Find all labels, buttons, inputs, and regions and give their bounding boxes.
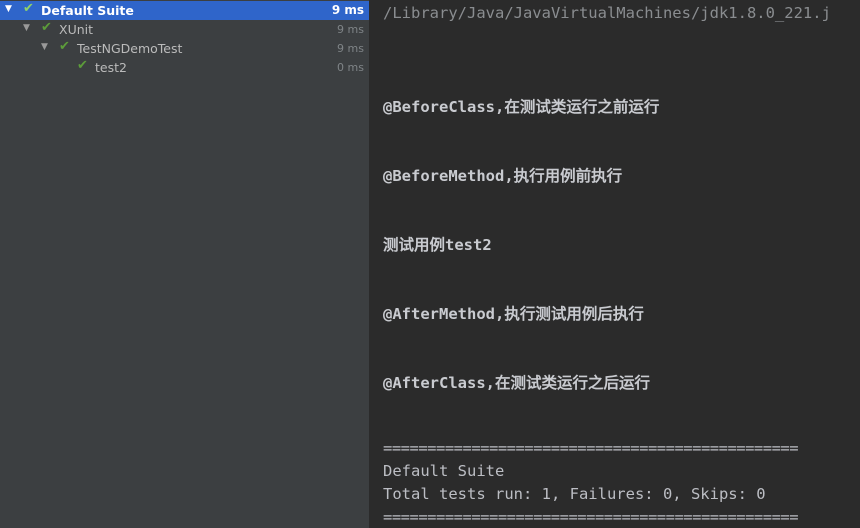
suite-name-line: Default Suite xyxy=(383,462,505,480)
console-line: @BeforeMethod,执行用例前执行 xyxy=(383,167,623,185)
console-line: @AfterMethod,执行测试用例后执行 xyxy=(383,305,644,323)
passed-check-icon: ✔ xyxy=(41,20,52,35)
separator-line: ========================================… xyxy=(383,439,799,457)
expand-arrow-icon[interactable]: ▼ xyxy=(41,42,48,52)
tree-item-default-suite[interactable]: ▼ ✔ Default Suite 9 ms xyxy=(0,1,369,20)
expand-arrow-icon[interactable]: ▼ xyxy=(23,23,30,33)
console-line: 测试用例test2 xyxy=(383,236,492,254)
java-path-line: /Library/Java/JavaVirtualMachines/jdk1.8… xyxy=(383,4,831,22)
separator-line: ========================================… xyxy=(383,508,799,526)
console-output[interactable]: /Library/Java/JavaVirtualMachines/jdk1.8… xyxy=(369,0,860,528)
console-line: @AfterClass,在测试类运行之后运行 xyxy=(383,374,650,392)
tree-item-testngdemotest[interactable]: ▼ ✔ TestNGDemoTest 9 ms xyxy=(0,39,369,58)
test-runner-window: ▼ ✔ Default Suite 9 ms ▼ ✔ XUnit 9 ms ▼ … xyxy=(0,0,860,528)
test-summary-line: Total tests run: 1, Failures: 0, Skips: … xyxy=(383,485,766,503)
test-duration: 9 ms xyxy=(331,3,364,17)
tree-item-xunit[interactable]: ▼ ✔ XUnit 9 ms xyxy=(0,20,369,39)
test-results-tree: ▼ ✔ Default Suite 9 ms ▼ ✔ XUnit 9 ms ▼ … xyxy=(0,0,369,528)
test-duration: 9 ms xyxy=(337,42,364,55)
tree-item-test2[interactable]: ✔ test2 0 ms xyxy=(0,58,369,77)
passed-check-icon: ✔ xyxy=(77,58,88,73)
tree-item-label: TestNGDemoTest xyxy=(77,41,183,56)
passed-check-icon: ✔ xyxy=(23,1,34,16)
passed-check-icon: ✔ xyxy=(59,39,70,54)
tree-item-label: XUnit xyxy=(59,22,94,37)
tree-item-label: Default Suite xyxy=(41,3,134,18)
console-line: @BeforeClass,在测试类运行之前运行 xyxy=(383,98,660,116)
test-duration: 9 ms xyxy=(337,23,364,36)
expand-arrow-icon[interactable]: ▼ xyxy=(5,4,12,14)
test-duration: 0 ms xyxy=(337,61,364,74)
tree-item-label: test2 xyxy=(95,60,127,75)
